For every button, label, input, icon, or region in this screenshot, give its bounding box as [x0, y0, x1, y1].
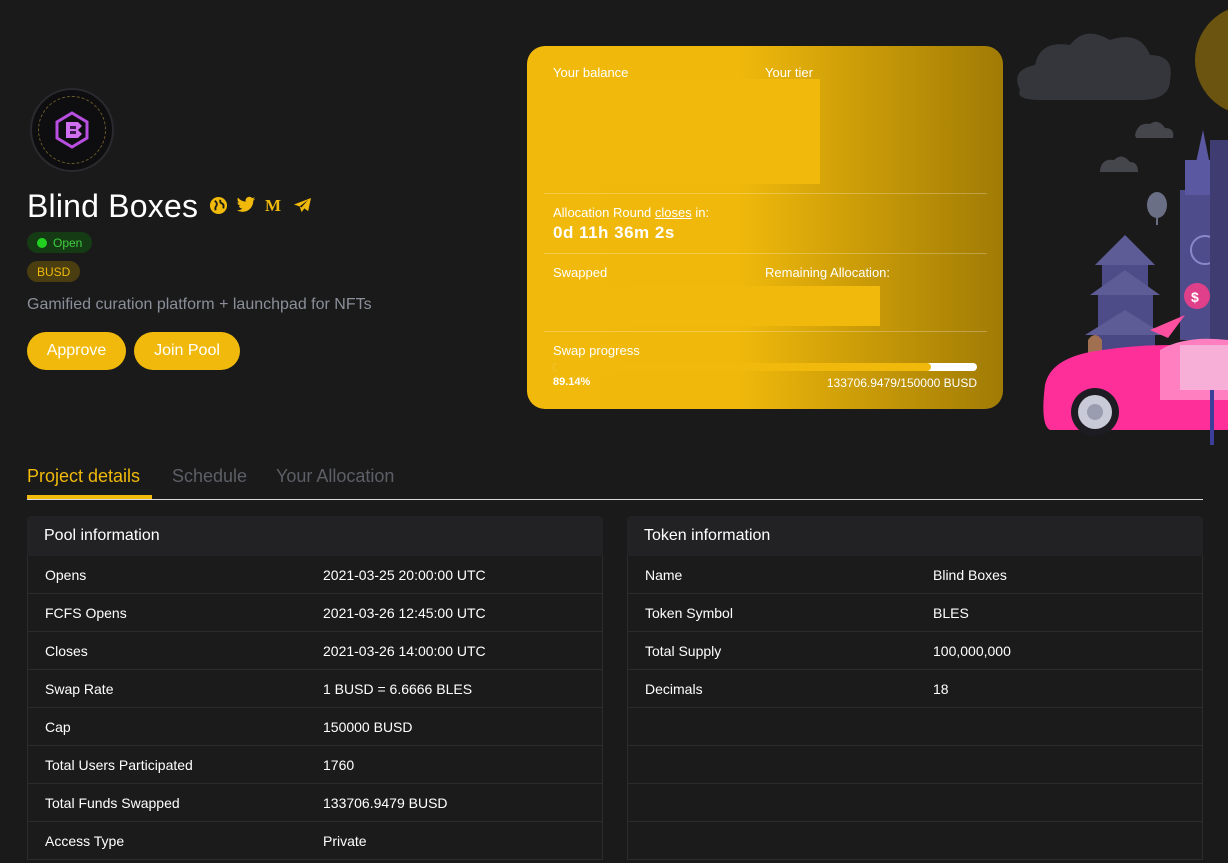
globe-icon[interactable] [208, 195, 228, 215]
allocation-round-label: Allocation Round closes in: [553, 205, 710, 220]
token-information-title: Token information [627, 516, 1203, 556]
table-row [627, 746, 1203, 784]
remaining-allocation-label: Remaining Allocation: [765, 265, 891, 280]
table-row: Access Type Private [27, 822, 603, 860]
project-title: Blind Boxes [27, 188, 199, 224]
table-row: Total Supply 100,000,000 [627, 632, 1203, 670]
row-key: Total Funds Swapped [45, 794, 180, 811]
city-illustration: $ [1017, 9, 1228, 445]
project-tabs: Project details Schedule Your Allocation [27, 460, 1203, 500]
balance-label: Your balance [553, 65, 629, 80]
swap-progress-fill [553, 363, 931, 371]
pool-information-title: Pool information [27, 516, 603, 556]
tab-your-allocation[interactable]: Your Allocation [276, 466, 394, 487]
swapped-label: Swapped [553, 265, 608, 280]
tier-label: Your tier [765, 65, 813, 80]
medium-icon[interactable]: M [264, 195, 284, 215]
row-key: FCFS Opens [45, 604, 127, 621]
tab-schedule[interactable]: Schedule [172, 466, 247, 487]
currency-badge: BUSD [27, 261, 81, 282]
row-value: Blind Boxes [933, 566, 1007, 583]
row-value: BLES [933, 604, 969, 621]
swapped-redaction [544, 286, 880, 326]
countdown-timer: 0d 11h 36m 2s [553, 223, 675, 242]
row-value: 1 BUSD = 6.6666 BLES [323, 680, 473, 697]
row-value: 2021-03-26 14:00:00 UTC [323, 642, 486, 659]
row-key: Closes [45, 642, 88, 659]
table-row: Token Symbol BLES [627, 594, 1203, 632]
table-row [627, 708, 1203, 746]
svg-text:$: $ [1191, 289, 1199, 305]
status-badge: Open [27, 232, 93, 253]
row-key: Swap Rate [45, 680, 114, 697]
status-dot-icon [37, 237, 47, 248]
table-row: Closes 2021-03-26 14:00:00 UTC [27, 632, 603, 670]
project-logo [30, 88, 114, 172]
active-tab-indicator [27, 495, 152, 499]
table-row: Opens 2021-03-25 20:00:00 UTC [27, 556, 603, 594]
row-key: Total Supply [645, 642, 722, 659]
twitter-icon[interactable] [236, 195, 256, 215]
tab-project-details[interactable]: Project details [27, 466, 140, 487]
table-row: Name Blind Boxes [627, 556, 1203, 594]
closes-link[interactable]: closes [655, 205, 692, 220]
swap-progress-label: Swap progress [553, 343, 640, 358]
pool-status-card: Your balance Your tier Allocation Round … [527, 46, 1003, 409]
table-row: Swap Rate 1 BUSD = 6.6666 BLES [27, 670, 603, 708]
row-key: Total Users Participated [45, 756, 193, 773]
project-tagline: Gamified curation platform + launchpad f… [27, 296, 372, 313]
table-row: Total Funds Swapped 133706.9479 BUSD [27, 784, 603, 822]
row-key: Opens [45, 566, 87, 583]
table-row [627, 784, 1203, 822]
token-information-panel: Token information Name Blind Boxes Token … [627, 516, 1203, 860]
row-value: 100,000,000 [933, 642, 1011, 659]
table-row: Total Users Participated 1760 [27, 746, 603, 784]
svg-text:M: M [265, 197, 281, 213]
row-key: Access Type [45, 832, 125, 849]
row-value: 2021-03-26 12:45:00 UTC [323, 604, 486, 621]
pool-information-panel: Pool information Opens 2021-03-25 20:00:0… [27, 516, 603, 860]
table-row: Decimals 18 [627, 670, 1203, 708]
row-value: 150000 BUSD [323, 718, 413, 735]
row-key: Name [645, 566, 683, 583]
telegram-icon[interactable] [292, 195, 312, 215]
approve-button[interactable]: Approve [27, 332, 126, 370]
row-key: Cap [45, 718, 71, 735]
swap-progress-bar [553, 363, 977, 371]
table-row [627, 822, 1203, 860]
swap-progress-amounts: 133706.9479/150000 BUSD [826, 376, 977, 390]
table-row: FCFS Opens 2021-03-26 12:45:00 UTC [27, 594, 603, 632]
table-row: Cap 150000 BUSD [27, 708, 603, 746]
row-value: Private [323, 832, 367, 849]
swap-progress-percent: 89.14% [553, 376, 591, 388]
row-value: 18 [933, 680, 949, 697]
row-value: 1760 [323, 756, 355, 773]
row-value: 133706.9479 BUSD [323, 794, 448, 811]
balance-redaction [544, 79, 820, 184]
social-links: M [208, 195, 312, 215]
row-key: Token Symbol [645, 604, 733, 621]
row-value: 2021-03-25 20:00:00 UTC [323, 566, 486, 583]
row-key: Decimals [645, 680, 703, 697]
join-pool-button[interactable]: Join Pool [134, 332, 240, 370]
status-badge-label: Open [53, 235, 83, 250]
